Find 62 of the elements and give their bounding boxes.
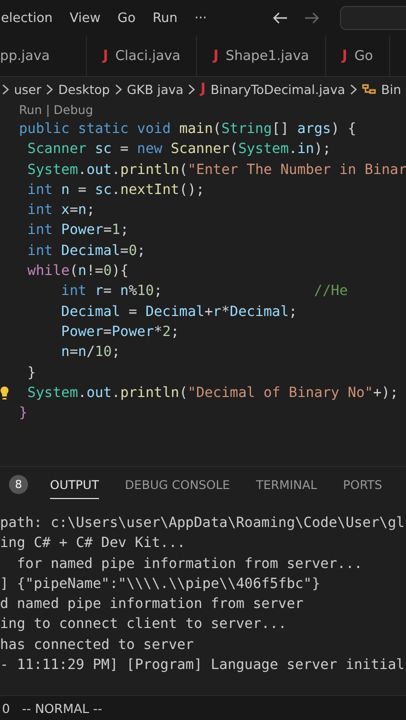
chevron-right-icon bbox=[2, 84, 9, 94]
search-field[interactable] bbox=[340, 6, 406, 30]
codelens-text[interactable]: Run | Debug bbox=[19, 101, 406, 119]
output-line: - 11:11:29 PM] [Program] Language server initial bbox=[0, 656, 406, 676]
back-arrow-icon[interactable] bbox=[272, 11, 288, 25]
code-line: public static void main(String[] args) { bbox=[19, 121, 356, 137]
lightbulb-icon[interactable] bbox=[0, 386, 9, 400]
output-line: has connected to server bbox=[0, 636, 195, 655]
java-file-icon: J bbox=[342, 48, 348, 64]
editor-tab[interactable]: J Claci.java bbox=[87, 36, 198, 76]
code-line: int r= n%10; //He bbox=[60, 283, 348, 300]
breadcrumb-item[interactable]: Desktop bbox=[58, 82, 110, 96]
panel-tab[interactable]: DEBUG CONSOLE bbox=[124, 470, 230, 498]
code-line: } bbox=[19, 405, 28, 422]
output-line: path: c:\Users\user\AppData\Roaming\Code\User\gl bbox=[0, 514, 406, 533]
tab-label: Shape1.java bbox=[226, 48, 310, 64]
breadcrumb-item[interactable]: user bbox=[14, 82, 42, 96]
menu-item[interactable]: View bbox=[70, 10, 101, 26]
code-line: int n = sc.nextInt(); bbox=[26, 182, 204, 198]
code-line: Decimal = Decimal+r*Decimal; bbox=[60, 304, 298, 320]
editor-tab[interactable]: J Go bbox=[326, 36, 390, 76]
code-line: } bbox=[26, 364, 36, 381]
output-line: ing to connect client to server... bbox=[0, 615, 288, 634]
panel-tab[interactable]: TERMINAL bbox=[256, 470, 318, 498]
breadcrumb-item[interactable]: BinaryToDecimal.java bbox=[210, 82, 346, 96]
code-line: int Power=1; bbox=[26, 222, 129, 238]
code-line: int x=n; bbox=[26, 202, 95, 218]
chevron-right-icon bbox=[46, 84, 54, 94]
count-badge: 8 bbox=[9, 474, 28, 494]
tab-label: Go bbox=[354, 48, 374, 64]
code-line: System.out.println("Decimal of Binary No"+); bbox=[26, 384, 398, 401]
code-line: while(n!=0){ bbox=[26, 263, 129, 280]
tab-label: pp.java bbox=[0, 48, 50, 64]
output-line: for named pipe information from server... bbox=[16, 554, 364, 574]
chevron-right-icon bbox=[114, 84, 122, 94]
chevron-right-icon bbox=[350, 84, 358, 94]
menu-item[interactable]: Run bbox=[152, 10, 178, 26]
chevron-right-icon bbox=[188, 84, 196, 94]
code-line: Power=Power*2; bbox=[60, 324, 180, 340]
code-line: System.out.println("Enter The Number in Binar bbox=[26, 162, 406, 178]
code-line: n=n/10; bbox=[60, 344, 120, 360]
code-line: int Decimal=0; bbox=[26, 242, 146, 259]
tab-label: Claci.java bbox=[115, 48, 180, 64]
status-text: -- NORMAL -- bbox=[22, 700, 102, 716]
menu-item[interactable]: election bbox=[1, 10, 53, 26]
panel-tab[interactable]: OUTPUT bbox=[50, 470, 99, 498]
class-icon bbox=[362, 82, 376, 96]
java-file-icon: J bbox=[200, 81, 206, 97]
output-line: d named pipe information from server bbox=[0, 595, 304, 614]
status-text: 0 bbox=[2, 700, 10, 716]
output-line: ing C# + C# Dev Kit... bbox=[0, 534, 186, 554]
output-line: ] {"pipeName":"\\\\.\\pipe\\406f5fbc"} bbox=[0, 574, 322, 594]
menu-item[interactable]: ··· bbox=[194, 10, 207, 26]
java-file-icon: J bbox=[213, 48, 219, 64]
editor-tab[interactable]: pp.java bbox=[0, 36, 87, 76]
panel-tab[interactable]: PORTS bbox=[343, 470, 382, 498]
editor-tab[interactable]: J Shape1.java bbox=[197, 36, 326, 76]
breadcrumb-item[interactable]: Bin bbox=[381, 82, 402, 96]
code-line: Scanner sc = new Scanner(System.in); bbox=[26, 141, 331, 158]
java-file-icon: J bbox=[103, 48, 108, 64]
menu-item[interactable]: Go bbox=[118, 10, 136, 26]
breadcrumb-item[interactable]: GKB java bbox=[126, 82, 184, 96]
